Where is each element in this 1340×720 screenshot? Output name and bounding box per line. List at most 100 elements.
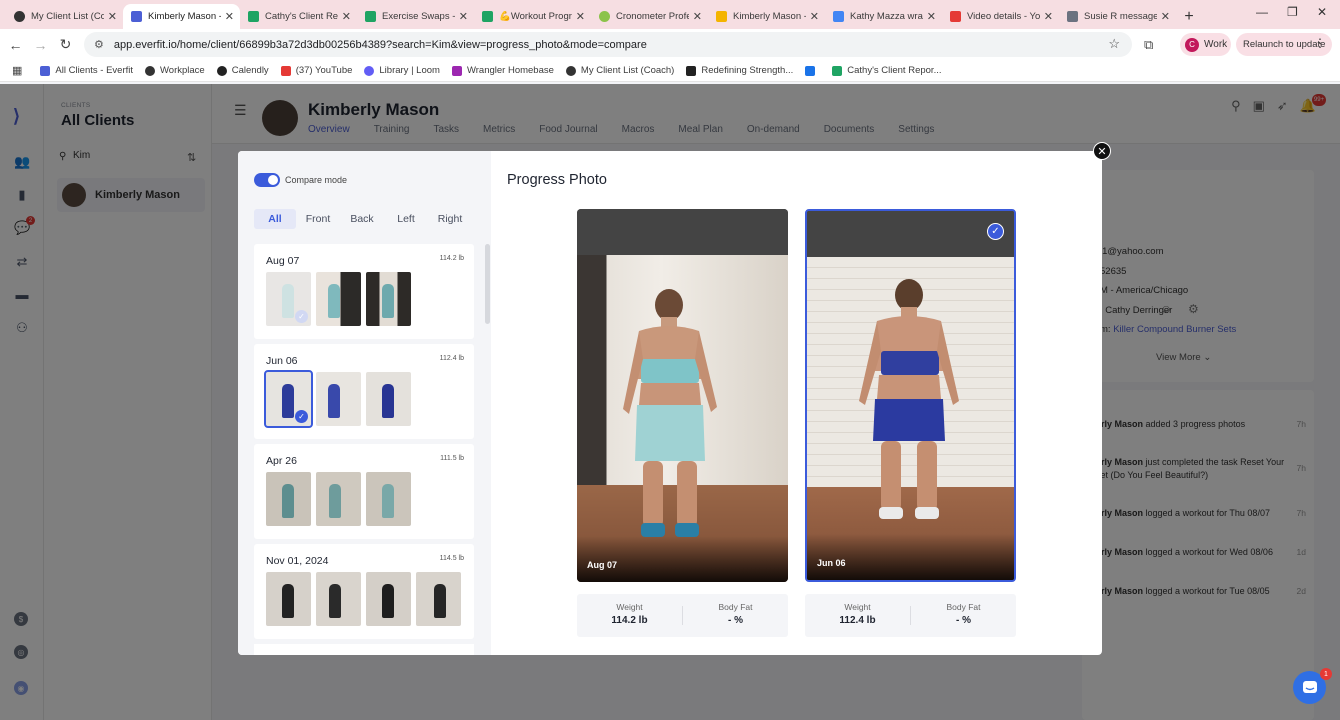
photo-group: Jun 06 112.4 lb ✓ <box>254 344 474 439</box>
browser-tab[interactable]: Exercise Swaps - G ✕ <box>357 4 474 29</box>
bookmark-favicon-icon <box>145 65 156 76</box>
apps-grid-icon[interactable]: ▦ <box>12 64 22 77</box>
bookmarks-bar: ▦ All Clients - Everfit Workplace Calend… <box>0 60 1340 82</box>
browser-tab[interactable]: Kathy Mazza wrap ✕ <box>825 4 942 29</box>
docs-favicon-icon <box>833 11 844 22</box>
bookmark[interactable]: All Clients - Everfit <box>40 65 133 76</box>
tab-title: Video details - Yo <box>967 11 1040 22</box>
modal-title: Progress Photo <box>507 172 607 188</box>
back-icon[interactable]: ← <box>3 37 28 53</box>
photo-thumbnails <box>266 572 461 626</box>
photo-thumbnail[interactable] <box>266 572 311 626</box>
relaunch-button[interactable]: Relaunch to update ⋮ <box>1236 33 1332 56</box>
photo-group-weight: 112.4 lb <box>439 355 464 362</box>
filter-tab-left[interactable]: Left <box>384 209 428 229</box>
close-tab-icon[interactable]: ✕ <box>108 10 117 23</box>
close-tab-icon[interactable]: ✕ <box>693 10 702 23</box>
window-close-icon[interactable]: ✕ <box>1317 5 1327 19</box>
tab-title: Cathy's Client Rep <box>265 11 338 22</box>
browser-tab[interactable]: Cathy's Client Rep ✕ <box>240 4 357 29</box>
browser-tab[interactable]: My Client List (Co ✕ <box>6 4 123 29</box>
bookmark[interactable]: My Client List (Coach) <box>565 65 675 76</box>
photo-thumbnail[interactable] <box>366 272 411 326</box>
close-tab-icon[interactable]: ✕ <box>576 10 585 23</box>
site-info-icon[interactable]: ⚙ <box>94 38 104 51</box>
new-tab-icon[interactable]: + <box>1176 4 1202 29</box>
compare-photo-right-selected[interactable]: Jun 06 ✓ <box>805 209 1016 582</box>
photo-thumbnail[interactable] <box>316 472 361 526</box>
bookmark[interactable]: Calendly <box>216 65 269 76</box>
photo-thumbnail[interactable] <box>366 572 411 626</box>
bookmark[interactable]: Wrangler Homebase <box>451 65 554 76</box>
forward-icon[interactable]: → <box>28 37 53 53</box>
photo-thumbnail[interactable] <box>316 572 361 626</box>
bookmark-favicon-icon <box>40 65 51 76</box>
scrollbar[interactable] <box>485 244 490 324</box>
chat-bubble-icon <box>1302 680 1317 693</box>
browser-tab-active[interactable]: Kimberly Mason - ✕ <box>123 4 240 29</box>
bookmark-star-icon[interactable]: ☆ <box>1108 36 1120 52</box>
filter-tab-back[interactable]: Back <box>340 209 384 229</box>
bookmark-label: Redefining Strength... <box>701 65 794 76</box>
profile-avatar: C <box>1185 37 1199 52</box>
close-tab-icon[interactable]: ✕ <box>342 10 351 23</box>
figure <box>382 284 394 318</box>
restore-icon[interactable]: ❐ <box>1287 5 1298 19</box>
tab-title: 💪Workout Progr <box>499 11 572 22</box>
chat-badge: 1 <box>1320 668 1332 680</box>
filter-tab-all[interactable]: All <box>254 209 296 229</box>
filter-tab-right[interactable]: Right <box>428 209 472 229</box>
photo-group: Aug 07 114.2 lb ✓ <box>254 244 474 339</box>
close-tab-icon[interactable]: ✕ <box>810 10 819 23</box>
bookmark[interactable]: Library | Loom <box>364 65 440 76</box>
cast-icon[interactable]: ⧉ <box>1144 37 1153 53</box>
photo-thumbnail[interactable] <box>316 372 361 426</box>
figure <box>282 484 294 518</box>
bookmark-label: All Clients - Everfit <box>55 65 134 76</box>
photo-group-date: Apr 26 <box>266 455 297 467</box>
compare-mode-toggle[interactable] <box>254 173 280 187</box>
close-tab-icon[interactable]: ✕ <box>1044 10 1053 23</box>
minimize-icon[interactable]: — <box>1256 5 1268 19</box>
compare-photo-left[interactable]: Aug 07 <box>577 209 788 582</box>
bookmark[interactable] <box>805 65 820 76</box>
more-menu-icon[interactable]: ⋮ <box>1314 36 1326 50</box>
modal-close-icon[interactable]: ✕ <box>1093 142 1111 160</box>
bookmark[interactable]: Cathy's Client Repor... <box>832 65 941 76</box>
bookmark-label: (37) YouTube <box>295 65 353 76</box>
filter-tab-front[interactable]: Front <box>296 209 340 229</box>
bookmark[interactable]: (37) YouTube <box>280 65 353 76</box>
compare-stats-right: Weight 112.4 lb Body Fat - % <box>805 594 1016 637</box>
address-bar[interactable]: ⚙ app.everfit.io/home/client/66899b3a72d… <box>84 32 1132 57</box>
selected-check-icon[interactable]: ✓ <box>987 223 1004 240</box>
person-figure <box>859 279 959 519</box>
browser-tab[interactable]: Video details - Yo ✕ <box>942 4 1059 29</box>
bookmark-label: My Client List (Coach) <box>580 65 675 76</box>
tab-title: Exercise Swaps - G <box>382 11 455 22</box>
photo-thumbnail[interactable] <box>316 272 361 326</box>
profile-button[interactable]: C Work <box>1180 33 1231 56</box>
sheets-favicon-icon <box>248 11 259 22</box>
bookmark-favicon-icon <box>686 65 697 76</box>
close-tab-icon[interactable]: ✕ <box>927 10 936 23</box>
photo-thumbnail[interactable]: ✓ <box>266 272 311 326</box>
photo-thumbnail[interactable] <box>266 472 311 526</box>
photo-thumbnail[interactable] <box>366 472 411 526</box>
close-tab-icon[interactable]: ✕ <box>459 10 468 23</box>
reload-icon[interactable]: ↻ <box>53 36 78 53</box>
close-tab-icon[interactable]: ✕ <box>1161 10 1170 23</box>
compare-stats-left: Weight 114.2 lb Body Fat - % <box>577 594 788 637</box>
photo-thumbnail-selected[interactable]: ✓ <box>264 370 313 428</box>
browser-tab[interactable]: Susie R messaged ✕ <box>1059 4 1176 29</box>
photo-thumbnail[interactable] <box>416 572 461 626</box>
weight-label: Weight <box>616 602 643 612</box>
browser-tab[interactable]: 💪Workout Progr ✕ <box>474 4 591 29</box>
photo-thumbnail[interactable] <box>366 372 411 426</box>
browser-tab[interactable]: Cronometer Profe ✕ <box>591 4 708 29</box>
browser-tab[interactable]: Kimberly Mason - ✕ <box>708 4 825 29</box>
bookmark[interactable]: Redefining Strength... <box>686 65 793 76</box>
youtube-favicon-icon <box>950 11 961 22</box>
close-tab-icon[interactable]: ✕ <box>225 10 234 23</box>
bookmark[interactable]: Workplace <box>145 65 205 76</box>
photo-thumbnails: ✓ <box>266 272 411 326</box>
